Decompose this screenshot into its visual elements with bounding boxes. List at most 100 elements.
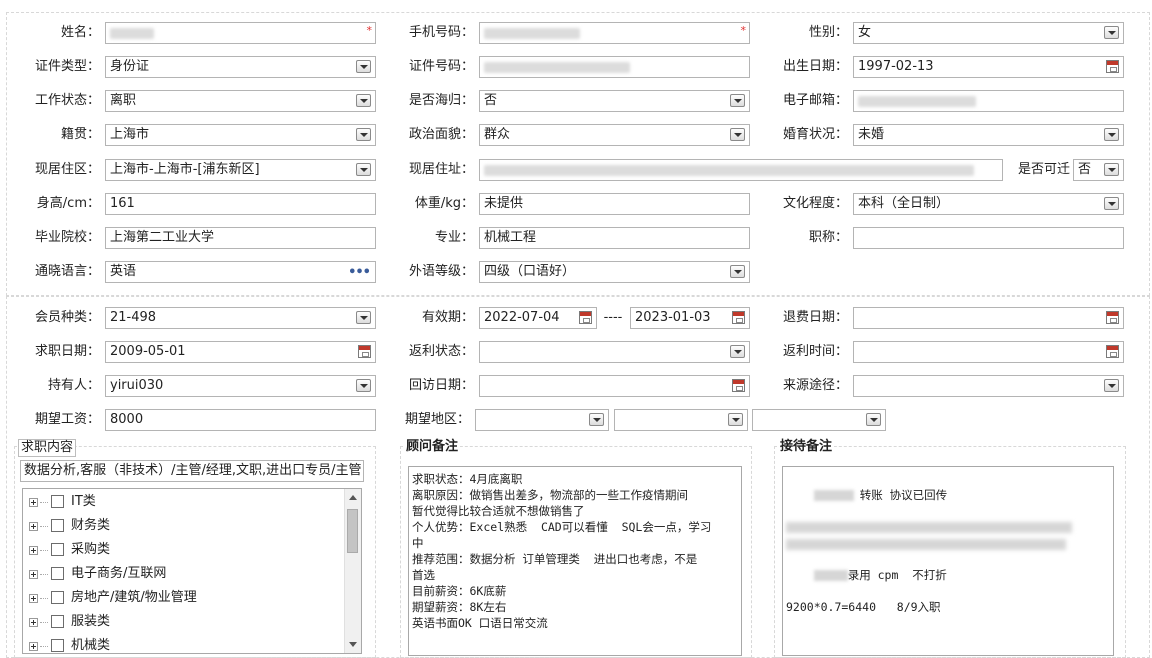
chevron-down-icon[interactable] [730,265,745,278]
name-field[interactable]: * [105,22,376,44]
reception-notes-textarea[interactable]: 转账 协议已回传 录用 cpm 不打折 9200*0.7=6440 8/9入职 [782,466,1114,656]
expected-region-province-select[interactable] [475,409,609,431]
height-field[interactable]: 161 [105,193,376,215]
expand-icon[interactable] [29,618,38,627]
chevron-down-icon[interactable] [1104,163,1119,176]
validity-end-value: 2023-01-03 [635,310,711,325]
foreign-level-select[interactable]: 四级（口语好） [479,261,750,283]
work-status-label: 工作状态： [34,93,100,108]
checkbox[interactable] [51,543,64,556]
email-field[interactable] [853,90,1124,112]
political-status-select[interactable]: 群众 [479,124,750,146]
refund-date-field[interactable] [853,307,1124,329]
checkbox[interactable] [51,591,64,604]
rebate-time-field[interactable] [853,341,1124,363]
marital-status-value: 未婚 [858,127,885,142]
id-number-field[interactable] [479,56,750,78]
relocatable-select[interactable]: 否 [1073,159,1124,181]
checkbox[interactable] [51,639,64,652]
validity-start-field[interactable]: 2022-07-04 [479,307,597,329]
birth-date-field[interactable]: 1997-02-13 [853,56,1124,78]
chevron-down-icon[interactable] [1104,128,1119,141]
chevron-down-icon[interactable] [356,128,371,141]
tree-item-label: 机械类 [71,638,111,653]
expand-icon[interactable] [29,522,38,531]
calendar-icon[interactable] [579,311,592,324]
chevron-down-icon[interactable] [730,94,745,107]
source-select[interactable] [853,375,1124,397]
chevron-down-icon[interactable] [356,163,371,176]
gender-select[interactable]: 女 [853,22,1124,44]
chevron-down-icon[interactable] [730,345,745,358]
native-place-select[interactable]: 上海市 [105,124,376,146]
expand-icon[interactable] [29,594,38,603]
chevron-down-icon[interactable] [1104,379,1119,392]
scroll-thumb[interactable] [347,509,358,553]
expected-region-district-select[interactable] [752,409,886,431]
school-field[interactable]: 上海第二工业大学 [105,227,376,249]
chevron-down-icon[interactable] [356,60,371,73]
work-status-select[interactable]: 离职 [105,90,376,112]
major-field[interactable]: 机械工程 [479,227,750,249]
expected-region-city-select[interactable] [614,409,748,431]
more-options-icon[interactable]: ••• [348,263,371,282]
weight-value: 未提供 [484,196,524,211]
revisit-date-field[interactable] [479,375,750,397]
chevron-down-icon[interactable] [728,413,743,426]
tree-item-label: IT类 [71,494,96,509]
chevron-down-icon[interactable] [1104,197,1119,210]
chevron-down-icon[interactable] [356,94,371,107]
current-area-label: 现居住区： [34,162,100,177]
current-area-select[interactable]: 上海市-上海市-[浦东新区] [105,159,376,181]
holder-select[interactable]: yirui030 [105,375,376,397]
member-type-value: 21-498 [110,310,157,325]
expected-salary-field[interactable]: 8000 [105,409,376,431]
current-address-field[interactable] [479,159,1003,181]
member-type-select[interactable]: 21-498 [105,307,376,329]
job-content-summary[interactable]: 数据分析,客服（非技术）/主管/经理,文职,进出口专员/主管 [20,460,364,482]
calendar-icon[interactable] [732,311,745,324]
required-marker: * [366,24,373,37]
tree-item-label: 电子商务/互联网 [71,566,167,581]
expand-icon[interactable] [29,570,38,579]
chevron-down-icon[interactable] [589,413,604,426]
source-label: 来源途径： [782,378,848,393]
chevron-down-icon[interactable] [1104,26,1119,39]
calendar-icon[interactable] [1106,60,1119,73]
tree-scrollbar[interactable] [344,489,361,653]
expand-icon[interactable] [29,546,38,555]
scroll-up-icon[interactable] [349,495,357,500]
overseas-returnee-select[interactable]: 否 [479,90,750,112]
scroll-down-icon[interactable] [349,642,357,647]
weight-field[interactable]: 未提供 [479,193,750,215]
checkbox[interactable] [51,495,64,508]
expand-icon[interactable] [29,498,38,507]
languages-field[interactable]: 英语 ••• [105,261,376,283]
calendar-icon[interactable] [1106,311,1119,324]
expand-icon[interactable] [29,642,38,651]
major-value: 机械工程 [484,230,537,245]
marital-status-select[interactable]: 未婚 [853,124,1124,146]
calendar-icon[interactable] [732,379,745,392]
job-category-tree[interactable]: IT类 财务类 采购类 电子商务/互联网 房地产/建筑/物业管理 服装类 机械类 [22,488,362,654]
title-field[interactable] [853,227,1124,249]
phone-field[interactable]: * [479,22,750,44]
rebate-status-select[interactable] [479,341,750,363]
chevron-down-icon[interactable] [356,311,371,324]
chevron-down-icon[interactable] [730,128,745,141]
chevron-down-icon[interactable] [356,379,371,392]
validity-end-field[interactable]: 2023-01-03 [630,307,750,329]
id-type-select[interactable]: 身份证 [105,56,376,78]
consultant-notes-textarea[interactable]: 求职状态：4月底离职 离职原因：做销售出差多，物流部的一些工作疫情期间 暂代觉得… [408,466,742,656]
calendar-icon[interactable] [1106,345,1119,358]
calendar-icon[interactable] [358,345,371,358]
checkbox[interactable] [51,615,64,628]
checkbox[interactable] [51,567,64,580]
note-line: 英语书面OK 口语日常交流 [412,616,548,630]
job-seek-date-field[interactable]: 2009-05-01 [105,341,376,363]
job-content-title: 求职内容 [18,439,77,457]
chevron-down-icon[interactable] [866,413,881,426]
note-line [786,519,1110,551]
education-select[interactable]: 本科（全日制） [853,193,1124,215]
checkbox[interactable] [51,519,64,532]
